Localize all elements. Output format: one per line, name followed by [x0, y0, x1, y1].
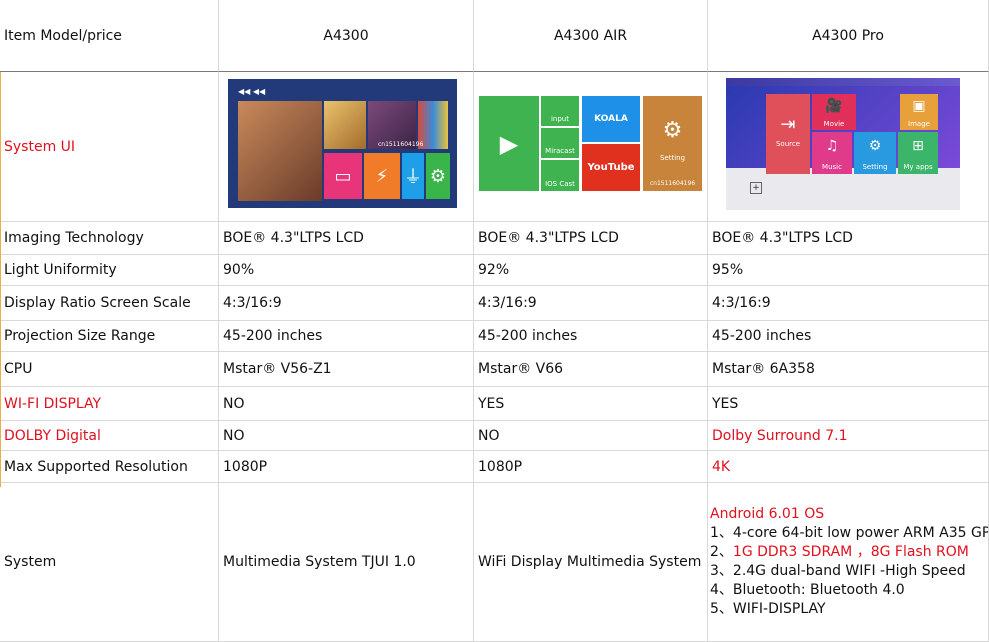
system-value-a4300-pro: Android 6.01 OS 1、4-core 64-bit low powe… — [708, 483, 989, 642]
system-value-a4300-air: WiFi Display Multimedia System — [474, 483, 708, 642]
row-value-a4300: NO — [219, 421, 474, 451]
system-value-a4300: Multimedia System TJUI 1.0 — [219, 483, 474, 642]
pro-spec-line-5: 5、WIFI-DISPLAY — [710, 601, 826, 617]
row-value-a4300-air: Mstar® V66 — [474, 352, 708, 387]
movie-tile: 🎥 Movie — [812, 94, 856, 130]
av-icon: ⚡ — [364, 153, 400, 199]
row-label: Projection Size Range — [0, 321, 219, 352]
row-value-a4300-pro: Mstar® 6A358 — [708, 352, 989, 387]
settings-icon: ⚙ — [426, 153, 450, 199]
row-label-system-ui: System UI — [0, 72, 219, 222]
row-value-a4300: NO — [219, 387, 474, 421]
row-value-a4300-pro: 95% — [708, 255, 989, 286]
row-value-a4300: BOE® 4.3"LTPS LCD — [219, 222, 474, 255]
usb-icon: ⏚ — [402, 153, 424, 199]
row-value-a4300: 1080P — [219, 451, 474, 483]
hdmi-icon: ▭ — [324, 153, 362, 199]
row-label: Imaging Technology — [0, 222, 219, 255]
apps-icon: ⊞ — [912, 138, 924, 154]
pro-spec-line-4: 4、Bluetooth: Bluetooth 4.0 — [710, 582, 905, 598]
header-model-a4300-air: A4300 AIR — [474, 0, 708, 72]
movie-icon: 🎥 — [825, 98, 843, 114]
row-value-a4300-air: NO — [474, 421, 708, 451]
play-icon: ▶ — [479, 96, 539, 191]
plus-icon: + — [750, 182, 762, 194]
miracast-tile: Miracast — [541, 128, 579, 158]
row-value-a4300: 90% — [219, 255, 474, 286]
pro-spec-line-1: 1、4-core 64-bit low power ARM A35 GPU — [710, 525, 989, 541]
spec-comparison-table: Item Model/price A4300 A4300 AIR A4300 P… — [0, 0, 989, 642]
a4300-air-ui-screenshot: ▶ input Miracast IOS Cast KOALA YouTube … — [479, 96, 702, 191]
row-value-a4300: Mstar® V56-Z1 — [219, 352, 474, 387]
family-photo-tile — [238, 101, 322, 201]
left-accent-bar — [0, 72, 1, 487]
girl-photo-tile — [324, 101, 366, 149]
row-label: CPU — [0, 352, 219, 387]
source-icon: ⇥ — [780, 114, 796, 135]
pro-os-line: Android 6.01 OS — [710, 506, 825, 522]
setting-pro-tile: ⚙ Setting — [854, 132, 896, 174]
input-tile: input — [541, 96, 579, 126]
gear-icon: ⚙ — [868, 138, 882, 154]
a4300-ui-screenshot: ◀◀ ◀◀ cn1511604196 ▭ ⚡ ⏚ ⚙ — [228, 79, 457, 208]
row-value-a4300-air: 1080P — [474, 451, 708, 483]
source-tile: ⇥ Source — [766, 94, 810, 174]
a4300-watermark: cn1511604196 — [378, 141, 424, 148]
row-value-a4300-pro: Dolby Surround 7.1 — [708, 421, 989, 451]
music-icon: ♫ — [825, 138, 839, 154]
row-value-a4300: 45-200 inches — [219, 321, 474, 352]
row-value-a4300-air: 4:3/16:9 — [474, 286, 708, 321]
row-value-a4300-pro: 45-200 inches — [708, 321, 989, 352]
row-value-a4300-pro: 4:3/16:9 — [708, 286, 989, 321]
row-value-a4300-air: 92% — [474, 255, 708, 286]
header-label: Item Model/price — [0, 0, 219, 72]
row-value-a4300-air: YES — [474, 387, 708, 421]
row-label: DOLBY Digital — [0, 421, 219, 451]
my-apps-tile: ⊞ My apps — [898, 132, 938, 174]
ios-cast-tile: IOS Cast — [541, 160, 579, 191]
music-tile: ♫ Music — [812, 132, 852, 174]
header-model-a4300: A4300 — [219, 0, 474, 72]
setting-tile: ⚙ Setting cn1511604196 — [643, 96, 702, 191]
gear-icon: ⚙ — [662, 118, 683, 143]
pro-spec-line-3: 3、2.4G dual-band WIFI -High Speed — [710, 563, 966, 579]
youtube-tile: YouTube — [582, 144, 640, 191]
row-label: Display Ratio Screen Scale — [0, 286, 219, 321]
row-label-system: System — [0, 483, 219, 642]
row-value-a4300: 4:3/16:9 — [219, 286, 474, 321]
image-icon: ▣ — [912, 98, 926, 114]
row-value-a4300-pro: YES — [708, 387, 989, 421]
header-model-a4300-pro: A4300 Pro — [708, 0, 989, 72]
row-value-a4300-air: BOE® 4.3"LTPS LCD — [474, 222, 708, 255]
koala-tile: KOALA — [582, 96, 640, 142]
row-label: Max Supported Resolution — [0, 451, 219, 483]
row-value-a4300-pro: BOE® 4.3"LTPS LCD — [708, 222, 989, 255]
row-value-a4300-air: 45-200 inches — [474, 321, 708, 352]
a4300-pro-ui-screenshot: ⇥ Source 🎥 Movie ▣ Image ♫ Music ⚙ Setti… — [726, 78, 960, 210]
pro-spec-line-2: 2、1G DDR3 SDRAM ，8G Flash ROM — [710, 544, 969, 560]
row-label: WI-FI DISPLAY — [0, 387, 219, 421]
row-value-a4300-pro: 4K — [708, 451, 989, 483]
speaker-icon: ◀◀ ◀◀ — [238, 87, 266, 96]
image-tile: ▣ Image — [900, 94, 938, 130]
row-label: Light Uniformity — [0, 255, 219, 286]
